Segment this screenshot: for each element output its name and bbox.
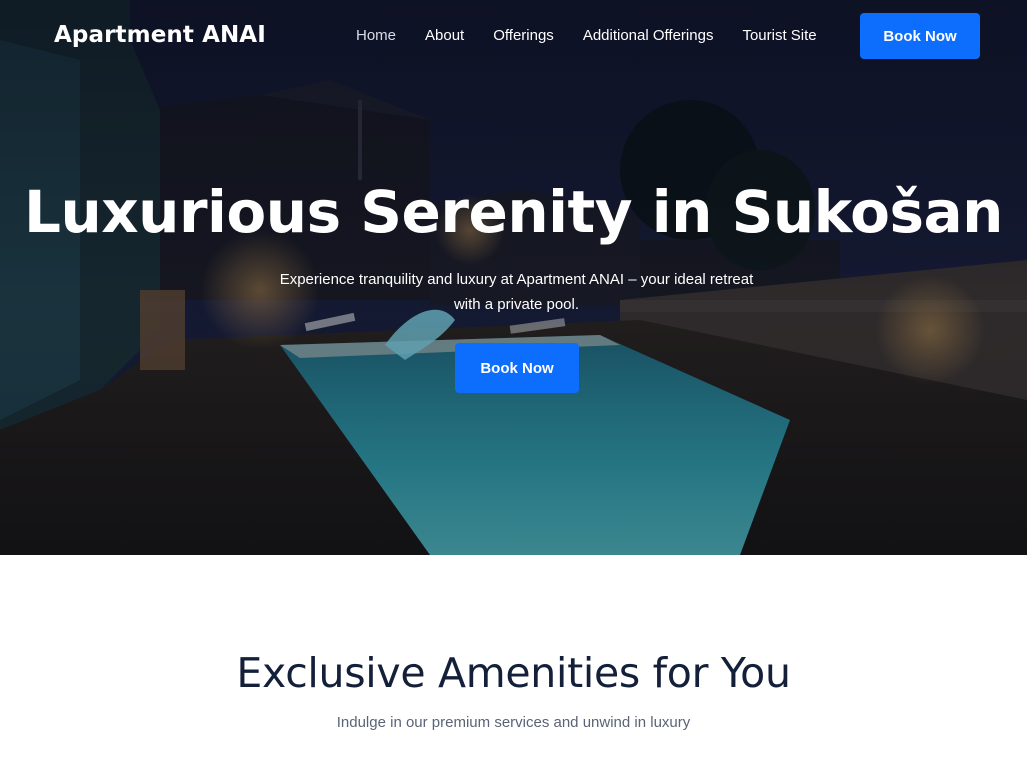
hero-book-now-button[interactable]: Book Now — [455, 343, 579, 393]
nav-link-about[interactable]: About — [425, 27, 464, 44]
nav-link-offerings[interactable]: Offerings — [493, 27, 554, 44]
nav-links: Home About Offerings Additional Offering… — [356, 27, 817, 44]
brand-logo[interactable]: Apartment ANAI — [54, 22, 266, 48]
hero-title: Luxurious Serenity in Sukošan — [24, 178, 1003, 246]
top-navigation: Apartment ANAI Home About Offerings Addi… — [0, 0, 1027, 72]
hero-subtitle-line-1: Experience tranquility and luxury at Apa… — [279, 271, 754, 288]
hero-subtitle-line-2: with a private pool. — [453, 296, 580, 313]
hero-section: Apartment ANAI Home About Offerings Addi… — [0, 0, 1027, 555]
nav-link-home[interactable]: Home — [356, 27, 396, 44]
nav-book-now-button[interactable]: Book Now — [860, 13, 980, 59]
amenities-title: Exclusive Amenities for You — [236, 649, 791, 697]
amenities-subtitle: Indulge in our premium services and unwi… — [336, 714, 691, 731]
hero-subtitle: Experience tranquility and luxury at Apa… — [263, 267, 770, 317]
amenities-section: Exclusive Amenities for You Indulge in o… — [0, 555, 1027, 778]
nav-link-tourist-site[interactable]: Tourist Site — [742, 27, 816, 44]
nav-link-additional-offerings[interactable]: Additional Offerings — [583, 27, 714, 44]
